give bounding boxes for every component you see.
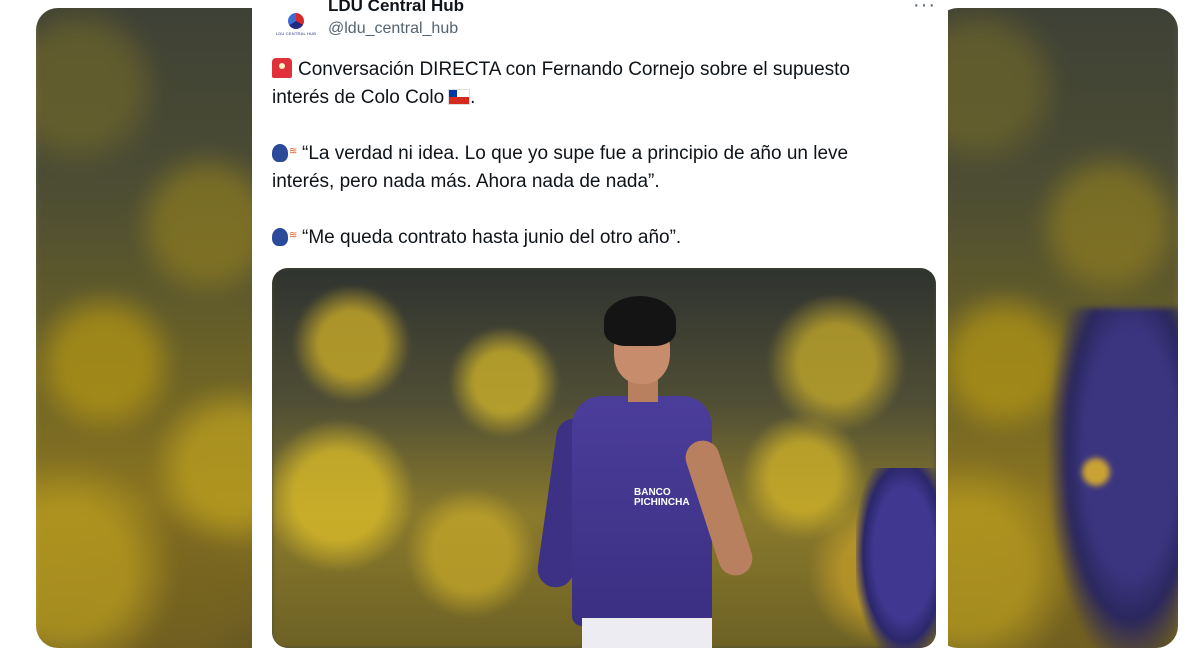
tweet-paragraph: ≋ “Me queda contrato hasta junio del otro…	[272, 224, 912, 252]
paragraph-text: “Me queda contrato hasta junio del otro …	[302, 227, 682, 248]
background-stadium-right	[936, 8, 1178, 648]
jersey-badge	[1082, 458, 1110, 486]
tweet-paragraph: Conversación DIRECTA con Fernando Cornej…	[272, 56, 912, 112]
player-jersey	[572, 396, 712, 626]
speaking-head-icon: ≋	[272, 142, 297, 162]
tweet-card: LDU CENTRAL HUB LDU Central Hub @ldu_cen…	[252, 0, 948, 648]
club-logo-icon	[288, 12, 304, 29]
player-shorts	[582, 618, 712, 648]
player-hair	[604, 296, 676, 346]
user-handle[interactable]: @ldu_central_hub	[328, 20, 458, 38]
second-player	[856, 468, 936, 648]
paragraph-text: Conversación DIRECTA con Fernando Cornej…	[272, 59, 850, 108]
siren-icon	[272, 58, 292, 78]
display-name[interactable]: LDU Central Hub	[328, 0, 464, 16]
paragraph-end: .	[470, 87, 476, 108]
tweet-photo[interactable]: BANCO PICHINCHA	[272, 268, 936, 648]
background-stadium-left	[36, 8, 276, 648]
tweet-paragraph: ≋ “La verdad ni idea. Lo que yo supe fue …	[272, 140, 912, 196]
jersey-sponsor: BANCO PICHINCHA	[634, 487, 690, 508]
chile-flag-icon	[448, 89, 471, 105]
speaking-head-icon: ≋	[272, 226, 297, 246]
avatar-caption: LDU CENTRAL HUB	[275, 30, 317, 36]
avatar[interactable]: LDU CENTRAL HUB	[272, 0, 320, 48]
more-options-icon[interactable]: ···	[913, 0, 936, 17]
blurred-crowd	[36, 8, 276, 648]
paragraph-text: “La verdad ni idea. Lo que yo supe fue a…	[272, 143, 849, 192]
player-figure: BANCO PICHINCHA	[535, 288, 757, 648]
tweet-text: Conversación DIRECTA con Fernando Cornej…	[272, 56, 912, 280]
blurred-player	[1048, 308, 1178, 648]
